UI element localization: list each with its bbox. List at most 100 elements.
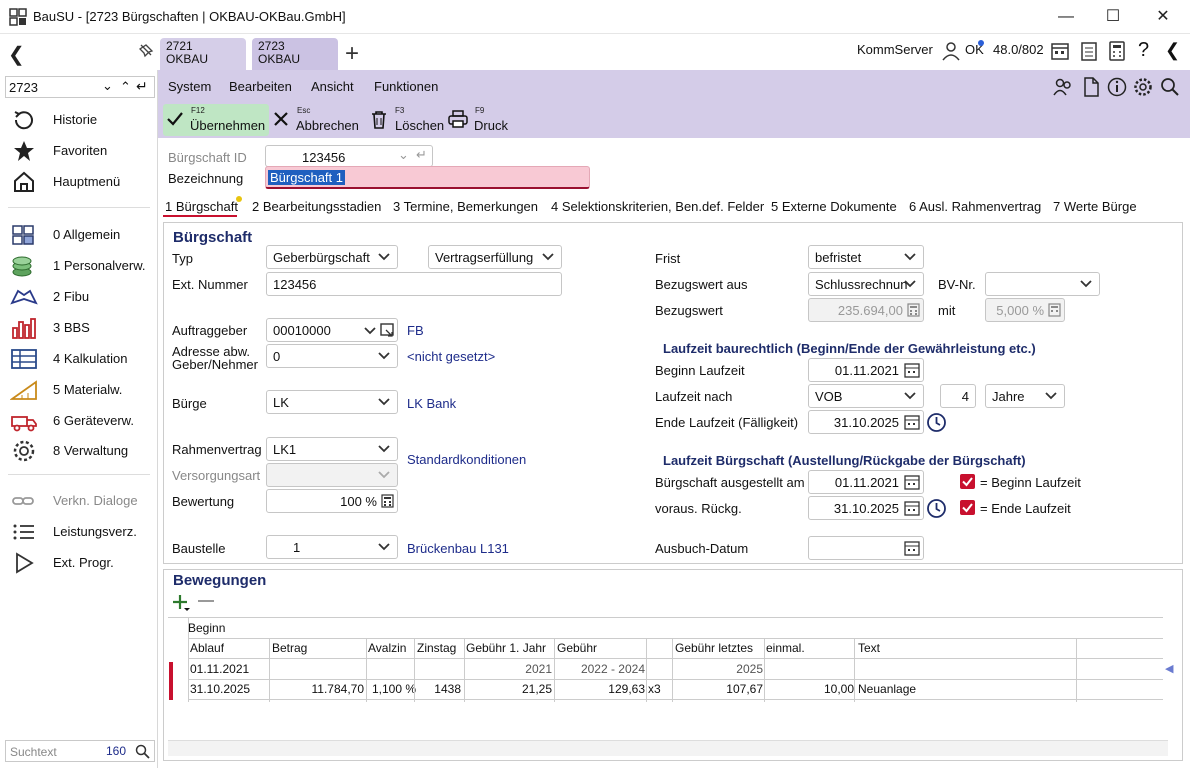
unpin-icon[interactable]	[137, 42, 155, 60]
sidebar-item-fibu[interactable]: 2 Fibu	[0, 283, 158, 311]
list-icon[interactable]	[1078, 40, 1100, 62]
calculator-icon[interactable]	[381, 494, 394, 508]
user-icon[interactable]	[940, 40, 962, 62]
menu-system[interactable]: System	[168, 79, 211, 94]
sidebar-item-ext-progr[interactable]: Ext. Progr.	[0, 549, 158, 577]
horizontal-scrollbar[interactable]	[168, 740, 1168, 756]
sidebar-item-geraeteverw[interactable]: 6 Geräteverw.	[0, 407, 158, 435]
maximize-icon[interactable]: ☐	[1093, 4, 1133, 30]
mit-field[interactable]: 5,000 %	[985, 298, 1065, 322]
menu-bearbeiten[interactable]: Bearbeiten	[229, 79, 292, 94]
rueckg-field[interactable]: 31.10.2025	[808, 496, 924, 520]
typ2-select[interactable]: Vertragserfüllung	[428, 245, 562, 269]
sidebar-item-personalverw[interactable]: 1 Personalverw.	[0, 252, 158, 280]
sidebar-item-kalkulation[interactable]: 4 Kalkulation	[0, 345, 158, 373]
bezeichnung-field[interactable]: Bürgschaft 1	[265, 166, 590, 189]
nach-unit-select[interactable]: Jahre	[985, 384, 1065, 408]
ende-laufzeit-checkbox[interactable]	[960, 500, 975, 515]
calculator-icon[interactable]	[1106, 40, 1128, 62]
baustelle-link[interactable]: Brückenbau L131	[407, 541, 509, 556]
adresse-link[interactable]: <nicht gesetzt>	[407, 349, 495, 364]
beginn-field[interactable]: 01.11.2021	[808, 358, 924, 382]
bottom-search-input[interactable]: Suchtext 160	[5, 740, 155, 762]
id-field[interactable]: 123456 ⌄ ↵	[265, 145, 433, 167]
sidebar-item-leistungsverz[interactable]: Leistungsverz.	[0, 518, 158, 546]
info-icon[interactable]	[1106, 76, 1128, 98]
scroll-left-icon[interactable]: ◀	[1165, 662, 1173, 675]
calculator-icon[interactable]	[1048, 303, 1061, 317]
bezugaus-select[interactable]: Schlussrechnun	[808, 272, 924, 296]
bewertung-field[interactable]: 100 %	[266, 489, 398, 513]
sidebar-item-verkn-dialoge[interactable]: Verkn. Dialoge	[0, 487, 158, 515]
rahmen-link[interactable]: Standardkonditionen	[407, 452, 526, 467]
calendar-icon[interactable]	[904, 362, 920, 378]
add-row-icon[interactable]	[171, 593, 191, 613]
clock-icon[interactable]	[926, 498, 947, 519]
abbrechen-button[interactable]: Esc Abbrechen	[272, 104, 364, 136]
subtab-selektionskriterien[interactable]: 4 Selektionskriterien, Ben.def. Felder	[551, 199, 764, 214]
search-icon[interactable]	[135, 744, 150, 759]
tab-2721[interactable]: 2721 OKBAU	[160, 38, 246, 70]
calendar-icon[interactable]	[904, 414, 920, 430]
subtab-externe-dokumente[interactable]: 5 Externe Dokumente	[771, 199, 897, 214]
calendar-icon[interactable]	[904, 474, 920, 490]
calculator-icon[interactable]	[907, 303, 920, 317]
bezug-field[interactable]: 235.694,00	[808, 298, 924, 322]
auftraggeber-select[interactable]: 00010000	[266, 318, 398, 342]
adresse-select[interactable]: 0	[266, 344, 398, 368]
search-icon[interactable]	[1159, 76, 1181, 98]
sidebar-item-favoriten[interactable]: Favoriten	[0, 137, 158, 165]
calendar-icon[interactable]	[1049, 40, 1071, 62]
beginn-laufzeit-checkbox[interactable]	[960, 474, 975, 489]
users-icon[interactable]	[1052, 76, 1074, 98]
druck-button[interactable]: F9 Druck	[448, 104, 514, 136]
subtab-bearbeitungsstadien[interactable]: 2 Bearbeitungsstadien	[252, 199, 381, 214]
calendar-icon[interactable]	[904, 540, 920, 556]
chevron-down-icon[interactable]: ⌄	[102, 78, 113, 94]
menu-ansicht[interactable]: Ansicht	[311, 79, 354, 94]
uebernehmen-button[interactable]: F12 Übernehmen	[163, 104, 269, 136]
menu-funktionen[interactable]: Funktionen	[374, 79, 438, 94]
sidebar-item-allgemein[interactable]: 0 Allgemein	[0, 221, 158, 249]
sidebar-search-input[interactable]: 2723 ⌄ ⌃ ↵	[5, 76, 155, 98]
subtab-rahmenvertrag[interactable]: 6 Ausl. Rahmenvertrag	[909, 199, 1041, 214]
versorgung-select[interactable]	[266, 463, 398, 487]
tab-2723[interactable]: 2723 OKBAU	[252, 38, 338, 70]
sidebar-item-historie[interactable]: Historie	[0, 106, 158, 134]
frist-select[interactable]: befristet	[808, 245, 924, 269]
nach-num-field[interactable]: 4	[940, 384, 976, 408]
extnr-field[interactable]: 123456	[266, 272, 562, 296]
new-tab-button[interactable]: +	[345, 40, 359, 68]
clock-icon[interactable]	[926, 412, 947, 433]
nach-select[interactable]: VOB	[808, 384, 924, 408]
ausgestellt-field[interactable]: 01.11.2021	[808, 470, 924, 494]
rahmen-select[interactable]: LK1	[266, 437, 398, 461]
document-icon[interactable]	[1080, 76, 1102, 98]
settings-icon[interactable]	[1132, 76, 1154, 98]
typ-select[interactable]: Geberbürgschaft	[266, 245, 398, 269]
calendar-icon[interactable]	[904, 500, 920, 516]
ausbuch-field[interactable]	[808, 536, 924, 560]
collapse-icon[interactable]: ❮	[1165, 40, 1180, 61]
ende-field[interactable]: 31.10.2025	[808, 410, 924, 434]
buerge-link[interactable]: LK Bank	[407, 396, 456, 411]
subtab-werte-buerge[interactable]: 7 Werte Bürge	[1053, 199, 1137, 214]
loeschen-button[interactable]: F3 Löschen	[370, 104, 446, 136]
sidebar-item-hauptmenue[interactable]: Hauptmenü	[0, 168, 158, 196]
chevron-up-icon[interactable]: ⌃	[120, 79, 131, 95]
enter-icon[interactable]: ↵	[136, 78, 148, 95]
sidebar-item-materialw[interactable]: 5 Materialw.	[0, 376, 158, 404]
open-record-icon[interactable]	[380, 322, 395, 337]
minimize-icon[interactable]: —	[1046, 4, 1086, 30]
subtab-buergschaft[interactable]: 1 Bürgschaft	[165, 199, 238, 214]
bvnr-select[interactable]	[985, 272, 1100, 296]
back-icon[interactable]: ❮	[8, 42, 25, 67]
subtab-termine[interactable]: 3 Termine, Bemerkungen	[393, 199, 538, 214]
help-icon[interactable]: ?	[1138, 39, 1149, 62]
sidebar-item-verwaltung[interactable]: 8 Verwaltung	[0, 437, 158, 465]
remove-row-icon[interactable]	[198, 600, 214, 602]
baustelle-select[interactable]: 1	[266, 535, 398, 559]
buerge-select[interactable]: LK	[266, 390, 398, 414]
auftraggeber-link[interactable]: FB	[407, 323, 424, 338]
close-icon[interactable]: ✕	[1143, 4, 1183, 30]
